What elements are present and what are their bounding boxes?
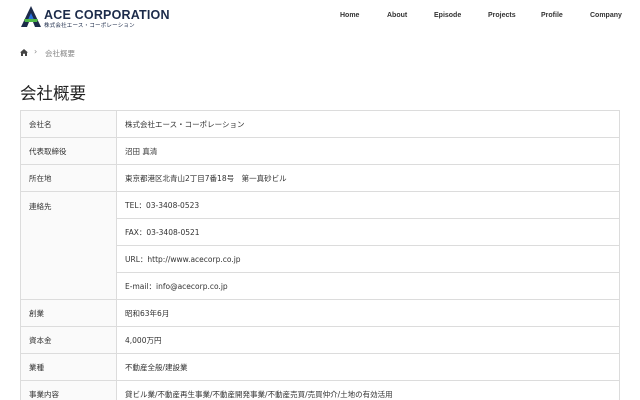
contact-value: 03-3408-0521: [146, 227, 200, 237]
row-label: 資本金: [20, 326, 117, 354]
nav-about[interactable]: About: [387, 12, 407, 19]
chevron-right-icon: ›: [34, 47, 38, 56]
contact-value: info@acecorp.co.jp: [156, 281, 228, 291]
contact-key: URL: [125, 254, 140, 264]
row-label: 代表取締役: [20, 137, 117, 165]
contact-url: URL：http://www.acecorp.co.jp: [116, 245, 620, 273]
row-label: 創業: [20, 299, 117, 327]
row-value: 4,000万円: [116, 326, 620, 354]
row-label: 連絡先: [20, 191, 117, 300]
row-value: 不動産全般/建設業: [116, 353, 620, 381]
row-label: 所在地: [20, 164, 117, 192]
row-value: 東京都港区北青山2丁目7番18号 第一真砂ビル: [116, 164, 620, 192]
table-row: 会社名 株式会社エース・コーポレーション: [20, 110, 620, 138]
row-value: 株式会社エース・コーポレーション: [116, 110, 620, 138]
contact-email: E-mail：info@acecorp.co.jp: [116, 272, 620, 300]
nav-profile[interactable]: Profile: [541, 12, 563, 19]
nav-episode[interactable]: Episode: [434, 12, 461, 19]
contact-key: FAX: [125, 227, 139, 237]
row-label: 業種: [20, 353, 117, 381]
row-label: 会社名: [20, 110, 117, 138]
table-row: 代表取締役 沼田 真清: [20, 137, 620, 165]
contact-value: 03-3408-0523: [146, 200, 200, 210]
table-row: 所在地 東京都港区北青山2丁目7番18号 第一真砂ビル: [20, 164, 620, 192]
row-label: 事業内容: [20, 380, 117, 400]
contact-tel: TEL：03-3408-0523: [116, 191, 620, 219]
home-icon[interactable]: [20, 49, 28, 56]
nav-projects[interactable]: Projects: [488, 12, 516, 19]
row-value: 沼田 真清: [116, 137, 620, 165]
page-title: 会社概要: [20, 84, 86, 103]
main-nav: Home About Episode Projects Profile Comp…: [0, 12, 640, 24]
contact-value: http://www.acecorp.co.jp: [147, 254, 241, 264]
table-row: 連絡先 TEL：03-3408-0523: [20, 191, 620, 300]
table-row: 創業 昭和63年6月: [20, 299, 620, 327]
contact-fax: FAX：03-3408-0521: [116, 218, 620, 246]
table-row: 業種 不動産全般/建設業: [20, 353, 620, 381]
row-value: 貸ビル業/不動産再生事業/不動産開発事業/不動産売買/売買仲介/土地の有効活用: [116, 380, 620, 400]
nav-company[interactable]: Company: [590, 12, 622, 19]
site-header: ACE CORPORATION 株式会社エース・コーポレーション Home Ab…: [0, 0, 640, 34]
row-value: 昭和63年6月: [116, 299, 620, 327]
contact-key: TEL: [125, 200, 139, 210]
table-row: 事業内容 貸ビル業/不動産再生事業/不動産開発事業/不動産売買/売買仲介/土地の…: [20, 380, 620, 400]
contact-key: E-mail: [125, 281, 149, 291]
breadcrumb-current: 会社概要: [45, 49, 75, 58]
company-info-table: 会社名 株式会社エース・コーポレーション 代表取締役 沼田 真清 所在地 東京都…: [20, 110, 620, 400]
nav-home[interactable]: Home: [340, 12, 359, 19]
table-row: 資本金 4,000万円: [20, 326, 620, 354]
